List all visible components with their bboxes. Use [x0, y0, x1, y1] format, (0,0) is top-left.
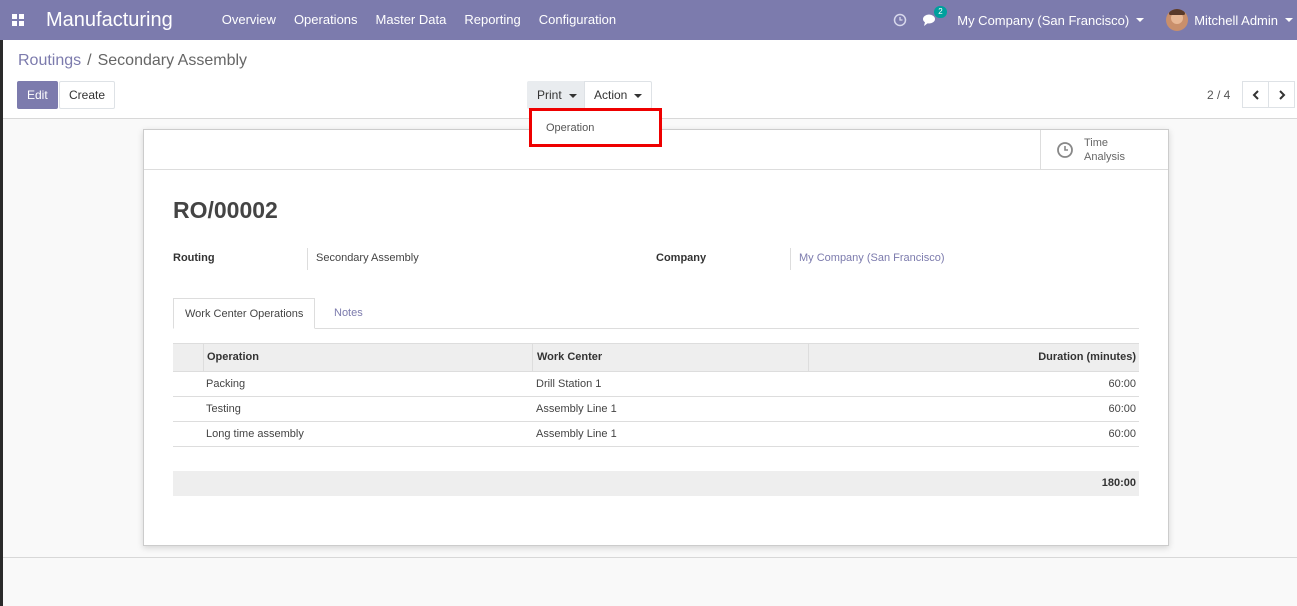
top-navbar: Manufacturing Overview Operations Master… [0, 0, 1297, 40]
company-switcher[interactable]: My Company (San Francisco) [957, 12, 1145, 28]
print-button[interactable]: Print [527, 81, 587, 109]
cell-duration: 60:00 [1108, 378, 1136, 390]
company-label: Company [656, 252, 707, 264]
action-button-label: Action [594, 88, 628, 102]
header-operation[interactable]: Operation [207, 344, 259, 371]
record-title: RO/00002 [173, 197, 278, 223]
cell-work-center: Assembly Line 1 [536, 428, 617, 440]
print-button-label: Print [537, 88, 562, 102]
edit-button[interactable]: Edit [17, 81, 58, 109]
action-button[interactable]: Action [584, 81, 653, 109]
table-row[interactable]: Long time assembly Assembly Line 1 60:00 [173, 422, 1139, 447]
breadcrumb-routings-link[interactable]: Routings [18, 52, 81, 70]
cell-duration: 60:00 [1108, 428, 1136, 440]
messaging-menu[interactable]: 2 [923, 5, 947, 27]
chevron-right-icon [1278, 89, 1285, 100]
pager-previous-button[interactable] [1242, 81, 1269, 108]
content-bottom [3, 558, 1297, 606]
total-duration: 180:00 [1101, 477, 1136, 489]
table-header: Operation Work Center Duration (minutes) [173, 343, 1139, 372]
tab-work-center-operations[interactable]: Work Center Operations [173, 298, 316, 329]
create-button[interactable]: Create [59, 81, 116, 109]
pager-next-button[interactable] [1268, 81, 1295, 108]
activity-clock-icon[interactable] [893, 13, 907, 27]
navbar-systray: 2 My Company (San Francisco) Mitchell Ad… [893, 0, 1297, 40]
breadcrumb-separator: / [87, 52, 92, 69]
table-row[interactable]: Testing Assembly Line 1 60:00 [173, 397, 1139, 422]
pager-value[interactable]: 2 / 4 [1207, 88, 1230, 102]
operations-table: Operation Work Center Duration (minutes)… [173, 343, 1139, 447]
menu-configuration[interactable]: Configuration [530, 0, 625, 40]
cell-duration: 60:00 [1108, 403, 1136, 415]
cell-work-center: Drill Station 1 [536, 378, 602, 390]
menu-reporting[interactable]: Reporting [455, 0, 529, 40]
routing-label: Routing [173, 252, 215, 264]
menu-operations[interactable]: Operations [285, 0, 367, 40]
header-duration[interactable]: Duration (minutes) [1038, 344, 1136, 371]
breadcrumb: Routings / Secondary Assembly [18, 52, 247, 70]
field-divider [790, 248, 791, 270]
routing-value: Secondary Assembly [316, 252, 419, 264]
field-divider [307, 248, 308, 270]
cell-operation: Packing [206, 378, 246, 390]
time-analysis-label: Time Analysis [1084, 137, 1125, 163]
clock-icon [1057, 142, 1073, 158]
tab-notes[interactable]: Notes [323, 298, 374, 329]
table-footer-total: 180:00 [173, 471, 1139, 496]
cell-operation: Long time assembly [206, 428, 304, 440]
menu-overview[interactable]: Overview [213, 0, 285, 40]
print-dropdown-menu: Operation [529, 108, 662, 147]
column-separator [532, 344, 533, 371]
column-separator [808, 344, 809, 371]
chevron-down-icon [1285, 18, 1293, 22]
chevron-down-icon [1136, 18, 1145, 22]
main-menu: Overview Operations Master Data Reportin… [213, 0, 625, 40]
chat-count-badge: 2 [934, 5, 947, 18]
menu-master-data[interactable]: Master Data [367, 0, 456, 40]
chevron-down-icon [568, 93, 577, 98]
column-separator [203, 344, 204, 371]
chevron-down-icon [634, 93, 643, 98]
user-name: Mitchell Admin [1194, 12, 1278, 28]
notebook-tabs: Work Center Operations Notes [173, 298, 1139, 329]
chevron-left-icon [1252, 89, 1259, 100]
breadcrumb-current: Secondary Assembly [97, 52, 248, 69]
header-work-center[interactable]: Work Center [537, 344, 602, 371]
company-value-link[interactable]: My Company (San Francisco) [799, 252, 945, 264]
app-brand[interactable]: Manufacturing [46, 9, 173, 32]
cell-work-center: Assembly Line 1 [536, 403, 617, 415]
apps-menu-icon[interactable] [0, 0, 36, 40]
cell-operation: Testing [206, 403, 241, 415]
form-sheet: Time Analysis RO/00002 Routing Secondary… [143, 129, 1169, 546]
table-row[interactable]: Packing Drill Station 1 60:00 [173, 372, 1139, 397]
print-operation-menu-item[interactable]: Operation [546, 122, 594, 134]
avatar [1166, 9, 1189, 31]
time-analysis-button[interactable]: Time Analysis [1040, 130, 1168, 170]
company-name: My Company (San Francisco) [957, 12, 1130, 28]
user-menu[interactable]: Mitchell Admin [1166, 9, 1293, 31]
